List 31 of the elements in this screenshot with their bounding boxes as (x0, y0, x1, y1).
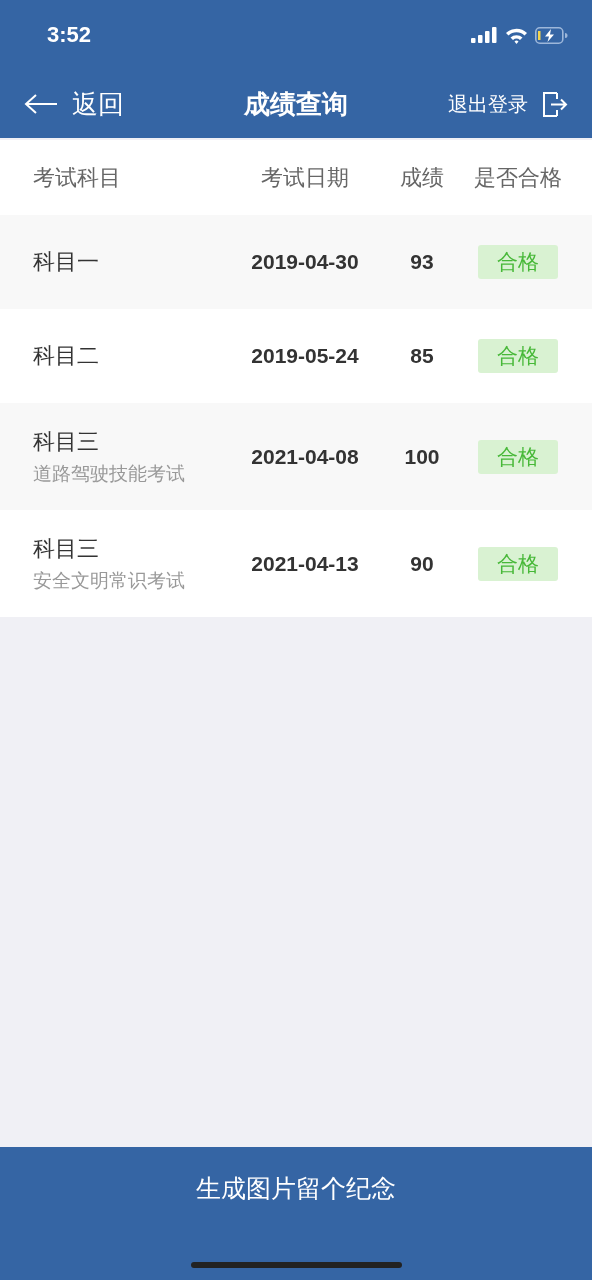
back-arrow-icon[interactable] (24, 93, 58, 115)
page-title: 成绩查询 (244, 87, 348, 121)
status-time: 3:52 (47, 22, 92, 48)
exam-score: 100 (403, 444, 441, 469)
exam-score: 90 (409, 551, 435, 576)
result-badge: 合格 (478, 245, 558, 279)
wifi-icon (505, 26, 528, 44)
logout-button[interactable]: 退出登录 (448, 90, 528, 118)
subject-name: 科目三 (33, 427, 100, 456)
column-header: 考试科目 (33, 163, 122, 192)
result-badge: 合格 (478, 546, 558, 581)
exam-date: 2021-04-13 (250, 551, 360, 576)
subject-subtitle: 安全文明常识考试 (33, 568, 186, 593)
exam-date: 2019-04-30 (250, 250, 360, 274)
column-header: 考试日期 (260, 163, 350, 192)
back-button[interactable]: 返回 (72, 86, 124, 122)
logout-icon[interactable] (542, 91, 568, 117)
result-badge: 合格 (478, 339, 558, 373)
battery-charging-icon (535, 26, 568, 44)
signal-icon (471, 27, 498, 43)
column-header: 成绩 (399, 163, 445, 192)
result-badge: 合格 (478, 439, 558, 474)
column-header: 是否合格 (473, 163, 563, 192)
exam-date: 2019-05-24 (250, 344, 360, 368)
exam-date: 2021-04-08 (250, 444, 360, 469)
exam-score: 93 (409, 250, 435, 274)
subject-name: 科目一 (33, 248, 100, 276)
exam-score: 85 (409, 344, 435, 368)
subject-name: 科目三 (33, 534, 100, 563)
subject-subtitle: 道路驾驶技能考试 (33, 461, 186, 486)
subject-name: 科目二 (33, 342, 100, 370)
